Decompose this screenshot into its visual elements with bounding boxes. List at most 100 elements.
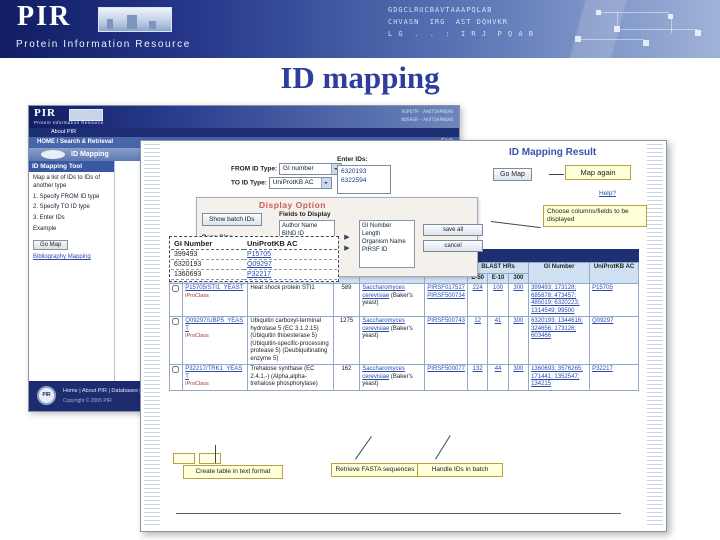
enter-ids-textarea[interactable]: 6320193 6322594	[337, 165, 391, 194]
blast-count[interactable]: 44	[487, 364, 509, 391]
result-row: P15705/STI1_YEAST iProClass Heat shock p…	[168, 283, 639, 317]
save-all-button[interactable]: save all	[423, 224, 483, 236]
building-shape	[107, 19, 113, 29]
breadcrumb[interactable]: HOME / Search & Retrieval	[37, 139, 113, 145]
sidebar-item-example[interactable]: Example	[29, 223, 114, 234]
browser-window-front: FROM ID Type: GI number TO ID Type: UniP…	[140, 140, 667, 532]
circuit-line	[580, 39, 644, 40]
gi-numbers[interactable]: 399493; 173128; 685878; 473457; 485019; …	[528, 283, 591, 317]
list-item[interactable]: Length	[362, 230, 412, 238]
help-link[interactable]: Help?	[599, 190, 616, 197]
uniprot-ac-link[interactable]: P15705	[589, 283, 639, 317]
sidebar-go-map-button[interactable]: Go Map	[33, 239, 69, 250]
blast-count[interactable]: 132	[467, 364, 489, 391]
move-right-icon[interactable]: ▶	[339, 232, 355, 243]
banner-glyph-line-3: L G . . : I R J P Q A B	[388, 30, 535, 38]
row-checkbox[interactable]	[172, 366, 179, 373]
show-batch-ids-button[interactable]: Show batch IDs	[202, 213, 262, 226]
entered-id-2: 6322594	[341, 177, 367, 185]
enter-ids-label: Enter IDs:	[337, 156, 368, 163]
dropdown-icon[interactable]	[320, 178, 331, 188]
row-checkbox[interactable]	[172, 285, 179, 292]
map-again-callout: Map again	[565, 165, 631, 181]
pirsf-link[interactable]: PIRSF017527	[427, 285, 465, 293]
move-right-icon[interactable]: ▶	[339, 243, 355, 254]
length-value: 589	[332, 283, 361, 317]
blast-count[interactable]: 224	[467, 283, 489, 317]
cancel-button[interactable]: cancel	[423, 240, 483, 252]
pir-seal: PIR	[37, 386, 56, 405]
building-shape	[149, 21, 156, 29]
entered-id-1: 6320193	[341, 168, 367, 175]
annotation-box	[173, 453, 195, 464]
tab-about-pir[interactable]: About PIR	[29, 128, 459, 137]
mapping-mini-table: GI Number UniProtKB AC 399493 P15705 632…	[169, 236, 339, 282]
pirsf-link[interactable]: PIRSF500077	[427, 366, 465, 374]
gi-value: 6320193	[171, 259, 244, 270]
uniprot-id-link[interactable]: Q09297/UBP5_YEAST	[185, 318, 245, 333]
blast-count[interactable]: 300	[507, 316, 530, 365]
mini-glyph-line-1: VGPQTM--AAKTQAPNQAB	[401, 110, 453, 115]
gi-value: 1360693	[171, 269, 244, 280]
row-checkbox[interactable]	[172, 318, 179, 325]
col-uniprot-ac: UniProtKB AC	[589, 262, 639, 284]
blast-count[interactable]: 300	[507, 283, 530, 317]
ac-link[interactable]: Q09297	[243, 259, 337, 270]
blast-count[interactable]: 12	[467, 316, 489, 365]
sidebar-item-step1: 1. Specify FROM ID type	[33, 193, 100, 200]
go-oval-button[interactable]	[41, 150, 65, 159]
arrow-line	[215, 445, 216, 463]
sidebar-item-step3: 3. Enter IDs	[33, 215, 65, 222]
fields-selected-list[interactable]: GI Number Length Organism Name PIRSF ID	[359, 220, 415, 268]
list-item[interactable]: Author Name	[282, 222, 332, 230]
from-id-type-select[interactable]: GI number	[278, 163, 342, 175]
from-id-type-value: GI number	[282, 165, 314, 172]
length-value: 162	[332, 364, 361, 391]
choose-columns-callout: Choose columns/fields to be displayed	[543, 205, 647, 228]
gi-numbers[interactable]: 1360693; 3576265; 171441; 1352547; 13421…	[528, 364, 591, 391]
col-gi-number: GI Number	[528, 262, 591, 284]
sidebar: ID Mapping Tool Map a list of IDs to IDs…	[29, 161, 115, 381]
slide-banner: PIR Protein Information Resource GDGCLRU…	[0, 0, 720, 58]
pirsf-link[interactable]: PIRSF500734	[427, 293, 465, 301]
iproclass-link[interactable]: iProClass	[185, 333, 245, 340]
to-id-type-select[interactable]: UniProtKB AC	[268, 177, 332, 189]
sidebar-header: ID Mapping Tool	[29, 161, 114, 172]
pir-mini-banner: PIR Protein Information Resource VGPQTM-…	[29, 106, 459, 128]
circuit-node	[643, 40, 649, 46]
ac-link[interactable]: P15705	[243, 249, 337, 260]
copyright: Copyright © 2005 PIR	[63, 398, 112, 404]
building-shape	[127, 15, 137, 29]
gi-numbers[interactable]: 6320193; 1344616; 324656; 173126; 603466	[528, 316, 591, 365]
uniprot-ac-link[interactable]: Q09297	[589, 316, 639, 365]
mini-col-ac: UniProtKB AC	[243, 238, 337, 250]
section-label: ID Mapping	[71, 150, 109, 158]
to-id-type-row: TO ID Type: UniProtKB AC	[231, 177, 332, 189]
list-item[interactable]: Organism Name	[362, 238, 412, 246]
protein-name: Heat shock protein STI1	[247, 283, 334, 317]
circuit-line	[671, 16, 672, 33]
go-map-button[interactable]: Go Map	[493, 168, 532, 181]
iproclass-link[interactable]: iProClass	[185, 293, 245, 300]
banner-glyph-line-1: GDGCLRUCBAVTAAAPQLAB	[388, 6, 493, 14]
pir-logo-small: PIR	[34, 107, 56, 119]
campus-photo	[98, 7, 172, 32]
pirsf-link[interactable]: PIRSF500743	[427, 318, 465, 326]
uniprot-ac-link[interactable]: P32217	[589, 364, 639, 391]
circuit-line	[600, 12, 669, 13]
blast-count[interactable]: 100	[487, 283, 509, 317]
protein-name: Trehalose synthase (EC 2.4.1.-) (Alpha,a…	[247, 364, 334, 391]
bottom-rule	[176, 513, 621, 514]
uniprot-id-link[interactable]: P15705/STI1_YEAST	[185, 285, 245, 293]
list-item[interactable]: GI Number	[362, 222, 412, 230]
sidebar-bibliography-link[interactable]: Bibliography Mapping	[29, 252, 114, 262]
to-id-type-value: UniProtKB AC	[272, 179, 314, 186]
iproclass-link[interactable]: iProClass	[185, 381, 245, 388]
uniprot-id-link[interactable]: P32217/TRK1_YEAST	[185, 366, 245, 381]
move-fields-arrows[interactable]: ▶ ▶	[339, 232, 355, 254]
fields-to-display-label: Fields to Display	[279, 211, 331, 218]
blast-count[interactable]: 41	[487, 316, 509, 365]
blast-count[interactable]: 300	[507, 364, 530, 391]
ac-link[interactable]: P32217	[243, 269, 337, 280]
list-item[interactable]: PIRSF ID	[362, 246, 412, 254]
